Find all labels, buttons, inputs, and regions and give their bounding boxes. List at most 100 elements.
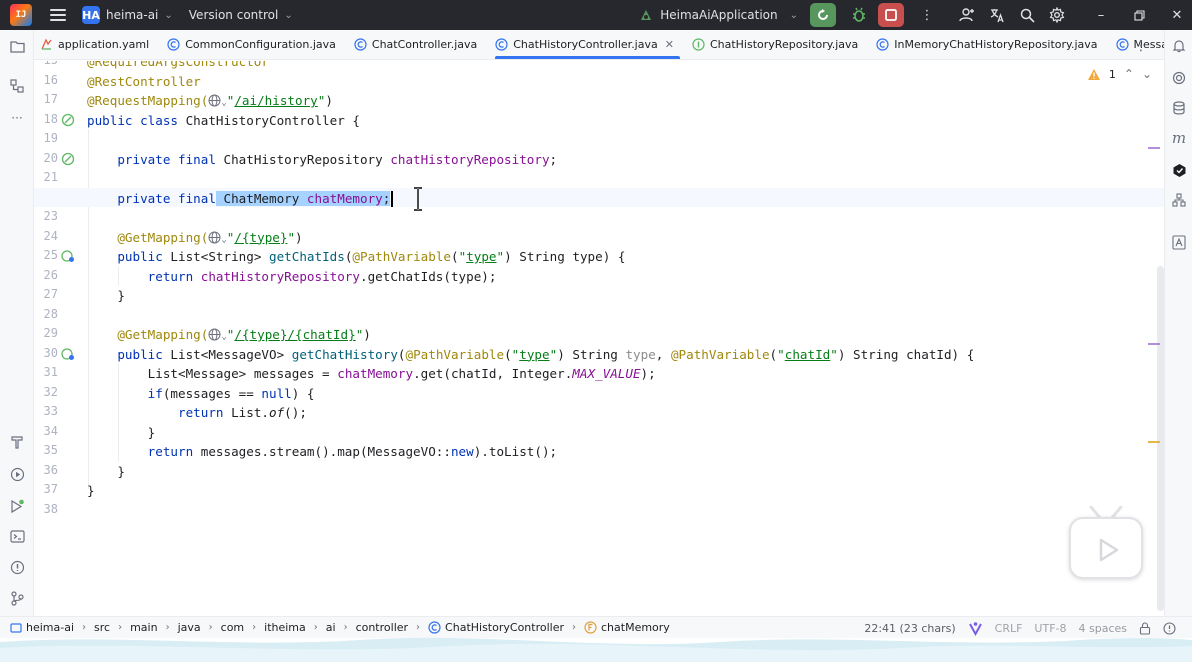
translate-icon[interactable] xyxy=(982,0,1012,30)
line-number: 17 xyxy=(43,92,58,106)
code-line-20: private final ChatHistoryRepository chat… xyxy=(117,151,558,167)
services-icon[interactable] xyxy=(9,498,25,514)
code-line-18: public class ChatHistoryController { xyxy=(87,111,360,131)
tab-application-yaml[interactable]: application.yaml xyxy=(34,30,161,59)
code-line-27: } xyxy=(117,288,125,303)
class-icon xyxy=(167,38,180,51)
project-name[interactable]: heima-ai xyxy=(106,8,158,22)
code-line-16: @RestController xyxy=(87,72,201,92)
video-play-overlay-button[interactable] xyxy=(1069,517,1143,579)
rerun-button[interactable] xyxy=(810,3,836,27)
tabs-more-icon[interactable]: ⋮ xyxy=(1134,38,1148,54)
code-line-15: @RequiredArgsConstructor xyxy=(87,61,269,72)
code-line-36: } xyxy=(117,463,125,479)
code-line-31: List<Message> messages = chatMemory.get(… xyxy=(147,366,656,381)
search-icon[interactable] xyxy=(1012,0,1042,30)
tab-label: ChatController.java xyxy=(371,38,478,51)
settings-gear-icon[interactable] xyxy=(1042,0,1072,30)
ant-build-icon[interactable] xyxy=(1171,234,1187,250)
tab-close-icon[interactable]: ✕ xyxy=(665,38,674,51)
line-number: 38 xyxy=(43,501,58,516)
debug-button[interactable] xyxy=(844,0,874,30)
globe-icon[interactable] xyxy=(208,231,221,244)
scroll-marker[interactable] xyxy=(1148,147,1160,149)
scroll-marker[interactable] xyxy=(1148,441,1160,443)
rerun-icon xyxy=(818,9,828,20)
tab-chat-history-controller[interactable]: ChatHistoryController.java ✕ xyxy=(489,30,686,59)
class-icon xyxy=(495,38,508,51)
main-menu-icon[interactable] xyxy=(50,9,66,21)
code-line-22: private final ChatMemory chatMemory; xyxy=(87,189,394,209)
more-tool-windows-icon[interactable]: ··· xyxy=(9,110,25,126)
field-name: chatHistoryRepository xyxy=(390,151,550,167)
database-icon[interactable] xyxy=(1171,100,1187,116)
line-number: 20 xyxy=(43,150,58,165)
minimize-window-icon[interactable]: – xyxy=(1086,0,1116,30)
git-icon[interactable] xyxy=(9,590,25,606)
code-line-29: @GetMapping(⌄"/{type}/{chatId}") xyxy=(117,327,371,342)
stop-button[interactable] xyxy=(878,3,904,27)
text-caret xyxy=(391,191,394,207)
editor-tabs: application.yaml CommonConfiguration.jav… xyxy=(34,30,1192,60)
ai-assistant-icon[interactable] xyxy=(1171,70,1187,86)
code-line-26: return chatHistoryRepository.getChatIds(… xyxy=(147,268,497,284)
line-number: 23 xyxy=(43,209,58,223)
inspection-widget[interactable]: 1 ⌃ ⌄ xyxy=(1087,67,1152,81)
line-number: 29 xyxy=(43,326,58,340)
maven-icon[interactable]: m xyxy=(1171,129,1187,147)
problems-icon[interactable] xyxy=(9,559,25,575)
run-configuration-selector[interactable]: HeimaAiApplication ⌄ xyxy=(638,7,798,23)
tab-chat-controller[interactable]: ChatController.java xyxy=(348,30,489,59)
scroll-marker[interactable] xyxy=(1148,343,1160,345)
add-user-icon[interactable] xyxy=(952,0,982,30)
type-name: ChatHistoryRepository xyxy=(223,151,391,167)
notifications-icon[interactable] xyxy=(1171,38,1187,54)
line-number: 19 xyxy=(43,131,58,145)
diagram-icon[interactable] xyxy=(1171,192,1187,208)
editor-gutter: 15 16 17 18 19 20 21 22 23 24 25 26 27 2… xyxy=(34,61,86,616)
tab-chat-history-repository[interactable]: ChatHistoryRepository.java xyxy=(686,30,870,59)
tab-common-configuration[interactable]: CommonConfiguration.java xyxy=(161,30,348,59)
next-highlight-icon[interactable]: ⌄ xyxy=(1142,67,1152,81)
globe-icon[interactable] xyxy=(208,94,221,107)
code-content[interactable]: @RequiredArgsConstructor @RestController… xyxy=(34,61,1164,616)
right-tool-window-bar: m xyxy=(1164,30,1192,616)
close-window-icon[interactable]: ✕ xyxy=(1162,0,1192,30)
left-tool-window-bar: ··· xyxy=(0,30,34,616)
request-mapping-gutter-icon[interactable] xyxy=(61,249,75,263)
vcs-chevron-down-icon[interactable]: ⌄ xyxy=(284,10,292,21)
run-icon[interactable] xyxy=(9,466,25,482)
more-actions-icon[interactable]: ⋮ xyxy=(912,0,942,30)
run-configuration-name: HeimaAiApplication xyxy=(660,8,778,22)
code-editor[interactable]: 15 16 17 18 19 20 21 22 23 24 25 26 27 2… xyxy=(34,61,1164,616)
vcs-menu[interactable]: Version control xyxy=(189,8,279,22)
code-line-30: public List<MessageVO> getChatHistory(@P… xyxy=(117,346,975,362)
project-badge[interactable]: HA xyxy=(82,6,100,24)
vertical-scrollbar[interactable] xyxy=(1157,266,1164,611)
terminal-icon[interactable] xyxy=(9,528,25,544)
project-folder-icon[interactable] xyxy=(9,38,25,54)
project-chevron-down-icon[interactable]: ⌄ xyxy=(164,10,172,21)
restore-window-icon[interactable] xyxy=(1124,0,1154,30)
request-mapping-gutter-icon[interactable] xyxy=(61,347,75,361)
spring-bean-gutter-icon[interactable] xyxy=(61,152,75,166)
line-number: 30 xyxy=(43,345,58,360)
mapping-path[interactable]: /{type}/{chatId} xyxy=(234,327,355,342)
mapping-path[interactable]: /{type} xyxy=(234,230,287,245)
build-hammer-icon[interactable] xyxy=(9,434,25,450)
spring-icon[interactable] xyxy=(1171,162,1187,178)
globe-icon[interactable] xyxy=(208,328,221,341)
line-number: 25 xyxy=(43,248,58,262)
tab-in-memory-chat-history-repository[interactable]: InMemoryChatHistoryRepository.java xyxy=(870,30,1109,59)
tab-label: CommonConfiguration.java xyxy=(185,38,336,51)
keyword: private final xyxy=(117,190,216,206)
yaml-icon xyxy=(40,38,53,51)
intellij-logo-icon[interactable]: IJ xyxy=(10,4,32,26)
annotation: @GetMapping( xyxy=(117,229,209,245)
spring-bean-gutter-icon[interactable] xyxy=(61,113,75,127)
mapping-path[interactable]: /ai/history xyxy=(234,93,317,108)
previous-highlight-icon[interactable]: ⌃ xyxy=(1124,67,1134,81)
bug-icon xyxy=(853,7,865,22)
structure-icon[interactable] xyxy=(9,78,25,94)
annotation: @RequiredArgsConstructor xyxy=(87,61,269,69)
